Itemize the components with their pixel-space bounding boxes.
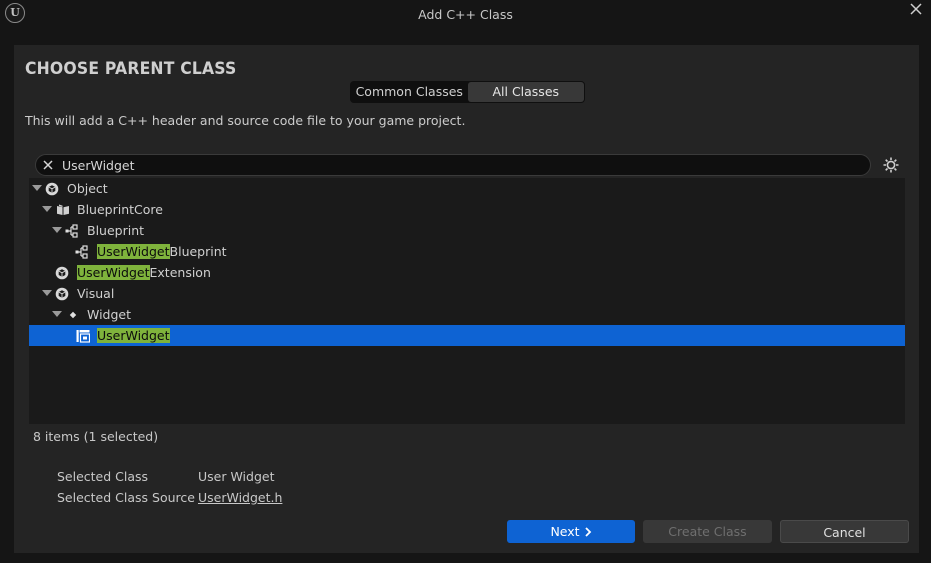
create-class-button[interactable]: Create Class — [643, 520, 772, 543]
cancel-button[interactable]: Cancel — [780, 520, 909, 543]
window-title: Add C++ Class — [418, 7, 513, 22]
tree-row-label: UserWidgetExtension — [77, 265, 211, 280]
tree-row-label: Widget — [87, 307, 132, 322]
next-button-label: Next — [550, 524, 580, 539]
close-icon — [43, 160, 53, 170]
class-tabs: Common Classes All Classes — [350, 81, 585, 103]
selected-class-value: User Widget — [198, 469, 275, 484]
close-icon — [910, 3, 922, 15]
object-icon — [55, 286, 69, 301]
dialog-panel: CHOOSE PARENT CLASS Common Classes All C… — [14, 45, 919, 553]
selected-class-label: Selected Class — [57, 469, 149, 484]
user-widget-icon — [76, 328, 91, 343]
expand-arrow-icon[interactable] — [42, 206, 52, 212]
tree-row-userwidgetblueprint[interactable]: UserWidgetBlueprint — [29, 241, 905, 262]
object-icon — [55, 265, 69, 280]
tree-row-blueprintcore[interactable]: BlueprintCore — [29, 199, 905, 220]
tree-row-object[interactable]: Object — [29, 178, 905, 199]
gear-icon — [883, 157, 899, 173]
tree-row-label: UserWidget — [97, 325, 170, 346]
expand-arrow-icon[interactable] — [42, 290, 52, 296]
tree-row-label: Object — [67, 181, 108, 196]
tree-row-visual[interactable]: Visual — [29, 283, 905, 304]
clear-search-button[interactable] — [41, 158, 55, 172]
selected-class-source-link[interactable]: UserWidget.h — [198, 490, 282, 505]
description-text: This will add a C++ header and source co… — [25, 113, 466, 128]
tree-row-blueprint[interactable]: Blueprint — [29, 220, 905, 241]
next-button[interactable]: Next — [507, 520, 635, 543]
chevron-right-icon — [584, 527, 591, 537]
search-input[interactable] — [62, 155, 852, 175]
tree-row-label: BlueprintCore — [77, 202, 163, 217]
diamond-icon — [66, 307, 80, 321]
tree-row-label: UserWidgetBlueprint — [97, 244, 227, 259]
class-tree: Object BlueprintCore Blueprint UserWidge… — [29, 178, 905, 424]
search-match-highlight: UserWidget — [77, 265, 150, 280]
tree-row-label: Visual — [77, 286, 115, 301]
tab-all-classes[interactable]: All Classes — [467, 82, 584, 102]
book-icon — [56, 202, 70, 216]
search-match-highlight: UserWidget — [97, 244, 170, 259]
item-count-status: 8 items (1 selected) — [33, 429, 159, 444]
expand-arrow-icon[interactable] — [52, 311, 62, 317]
settings-button[interactable] — [881, 155, 901, 175]
expand-arrow-icon[interactable] — [52, 227, 62, 233]
expand-arrow-icon[interactable] — [32, 185, 42, 191]
close-button[interactable] — [904, 0, 928, 20]
tree-row-userwidgetextension[interactable]: UserWidgetExtension — [29, 262, 905, 283]
tree-row-label: Blueprint — [87, 223, 145, 238]
page-title: CHOOSE PARENT CLASS — [25, 59, 237, 79]
search-box — [35, 154, 871, 176]
selected-class-source-label: Selected Class Source — [57, 490, 195, 505]
object-icon — [45, 181, 59, 196]
search-match-highlight: UserWidget — [97, 328, 170, 343]
tab-common-classes[interactable]: Common Classes — [351, 82, 468, 102]
class-hierarchy-icon — [75, 244, 89, 259]
title-bar: U Add C++ Class — [0, 0, 931, 30]
tree-row-widget[interactable]: Widget — [29, 304, 905, 325]
class-hierarchy-icon — [65, 223, 79, 238]
tree-row-userwidget[interactable]: UserWidget — [29, 325, 905, 346]
